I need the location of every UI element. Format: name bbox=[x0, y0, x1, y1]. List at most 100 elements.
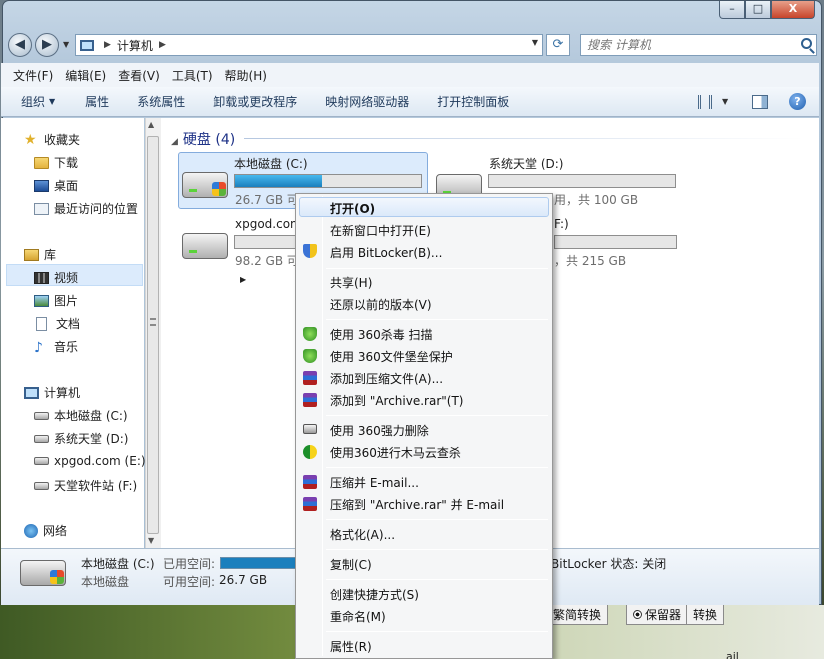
menu-view[interactable]: 查看(V) bbox=[118, 67, 160, 84]
refresh-button[interactable]: ⟳ bbox=[546, 34, 570, 56]
nav-libraries[interactable]: 库 bbox=[24, 246, 56, 263]
library-icon bbox=[24, 248, 39, 261]
ctx-create-shortcut[interactable]: 创建快捷方式(S) bbox=[330, 586, 419, 603]
ctx-add-to-archive[interactable]: 添加到压缩文件(A)... bbox=[330, 370, 443, 387]
background-keep-button[interactable]: 保留器 bbox=[626, 603, 689, 625]
menu-bar: 文件(F) 编辑(E) 查看(V) 工具(T) 帮助(H) bbox=[1, 63, 819, 87]
drive-d-name[interactable]: 系统天堂 (D:) bbox=[489, 155, 563, 172]
nav-item-label: 视频 bbox=[54, 271, 79, 285]
minimize-button[interactable]: – bbox=[719, 1, 745, 19]
ctx-360-force-delete[interactable]: 使用 360强力删除 bbox=[330, 422, 429, 439]
back-button[interactable]: ◀ bbox=[8, 33, 32, 57]
drive-f-free-space: ，共 215 GB bbox=[554, 254, 627, 268]
ctx-properties[interactable]: 属性(R) bbox=[330, 638, 372, 655]
ctx-360-scan[interactable]: 使用 360杀毒 扫描 bbox=[330, 326, 433, 343]
maximize-button[interactable]: □ bbox=[745, 1, 771, 19]
antivirus-360-icon bbox=[303, 349, 317, 363]
document-icon bbox=[36, 316, 47, 331]
search-icon[interactable] bbox=[801, 38, 812, 49]
menu-edit[interactable]: 编辑(E) bbox=[65, 67, 106, 84]
hard-drive-icon[interactable] bbox=[182, 233, 228, 259]
chevron-down-icon[interactable]: ▼ bbox=[49, 97, 55, 106]
drive-f-name[interactable]: F:) bbox=[554, 217, 569, 231]
chevron-down-icon[interactable]: ▼ bbox=[722, 97, 728, 106]
map-network-drive-button[interactable]: 映射网络驱动器 bbox=[325, 93, 409, 110]
properties-button[interactable]: 属性 bbox=[85, 93, 109, 110]
nav-item-pictures[interactable]: 图片 bbox=[34, 292, 78, 309]
ctx-compress-rar-email[interactable]: 压缩到 "Archive.rar" 并 E-mail bbox=[330, 496, 504, 513]
recent-places-icon bbox=[34, 202, 49, 215]
trojan-scan-icon bbox=[303, 445, 317, 459]
ctx-restore-previous[interactable]: 还原以前的版本(V) bbox=[330, 296, 432, 313]
nav-item-music[interactable]: ♪ 音乐 bbox=[34, 338, 78, 355]
context-menu-separator bbox=[326, 631, 548, 632]
help-icon[interactable]: ? bbox=[789, 93, 806, 110]
nav-computer[interactable]: 计算机 bbox=[24, 384, 80, 401]
ctx-open[interactable]: 打开(O) bbox=[330, 200, 375, 217]
address-bar[interactable]: ▶ 计算机 ▶ ▼ bbox=[75, 34, 543, 56]
nav-item-documents[interactable]: 文档 bbox=[36, 315, 80, 332]
drive-e-usage-bar bbox=[234, 235, 296, 249]
scrollbar-thumb[interactable] bbox=[147, 136, 159, 534]
context-menu-separator bbox=[326, 549, 548, 550]
ctx-360-protect[interactable]: 使用 360文件堡垒保护 bbox=[330, 348, 453, 365]
system-properties-button[interactable]: 系统属性 bbox=[137, 93, 185, 110]
background-transform-button[interactable]: 转换 bbox=[686, 603, 725, 625]
details-usage-bar bbox=[220, 557, 298, 569]
star-icon: ★ bbox=[24, 131, 37, 148]
ctx-add-to-archive-rar[interactable]: 添加到 "Archive.rar"(T) bbox=[330, 392, 463, 409]
nav-item-drive-e[interactable]: xpgod.com (E:) bbox=[34, 454, 146, 468]
scroll-up-icon[interactable]: ▲ bbox=[148, 120, 154, 129]
nav-item-videos[interactable]: 视频 bbox=[34, 269, 78, 286]
history-dropdown-icon[interactable]: ▼ bbox=[63, 40, 69, 49]
menu-tools[interactable]: 工具(T) bbox=[172, 67, 213, 84]
winrar-icon bbox=[303, 497, 317, 511]
address-location: 计算机 bbox=[116, 38, 153, 53]
uninstall-program-button[interactable]: 卸载或更改程序 bbox=[213, 93, 297, 110]
scroll-down-icon[interactable]: ▼ bbox=[148, 536, 154, 545]
nav-item-recent[interactable]: 最近访问的位置 bbox=[34, 200, 138, 217]
forward-button[interactable]: ▶ bbox=[35, 33, 59, 57]
preview-pane-icon[interactable] bbox=[752, 95, 768, 109]
menu-help[interactable]: 帮助(H) bbox=[225, 67, 267, 84]
close-button[interactable]: X bbox=[771, 1, 815, 19]
nav-item-drive-d[interactable]: 系统天堂 (D:) bbox=[34, 430, 128, 447]
context-menu-separator bbox=[326, 268, 548, 269]
ctx-share[interactable]: 共享(H) bbox=[330, 274, 372, 291]
change-view-icon[interactable] bbox=[698, 95, 712, 109]
nav-network-label: 网络 bbox=[43, 524, 68, 538]
nav-favorites[interactable]: ★ 收藏夹 bbox=[24, 131, 80, 148]
chevron-right-icon[interactable]: ▶ bbox=[159, 40, 166, 50]
drive-e-name[interactable]: xpgod.com bbox=[235, 217, 302, 231]
ctx-rename[interactable]: 重命名(M) bbox=[330, 608, 386, 625]
nav-item-drive-f[interactable]: 天堂软件站 (F:) bbox=[34, 477, 137, 494]
drive-d-usage-bar bbox=[488, 174, 676, 188]
context-menu-separator bbox=[326, 415, 548, 416]
nav-item-drive-c[interactable]: 本地磁盘 (C:) bbox=[34, 407, 128, 424]
background-corner-text: ail bbox=[726, 650, 739, 659]
group-header-hard-disks[interactable]: ◢ 硬盘 (4) bbox=[171, 129, 235, 149]
nav-network[interactable]: 网络 bbox=[24, 522, 67, 539]
ctx-open-new-window[interactable]: 在新窗口中打开(E) bbox=[330, 222, 431, 239]
ctx-copy[interactable]: 复制(C) bbox=[330, 556, 372, 573]
computer-icon bbox=[24, 386, 39, 399]
collapse-triangle-icon[interactable]: ◢ bbox=[171, 137, 178, 147]
nav-item-downloads[interactable]: 下载 bbox=[34, 154, 78, 171]
submenu-arrow-icon: ▶ bbox=[240, 275, 247, 284]
background-convert-button[interactable]: 繁简转换 bbox=[546, 603, 609, 625]
ctx-360-trojan-scan[interactable]: 使用360进行木马云查杀 bbox=[330, 444, 461, 461]
nav-item-desktop[interactable]: 桌面 bbox=[34, 177, 78, 194]
download-folder-icon bbox=[34, 156, 49, 169]
open-control-panel-button[interactable]: 打开控制面板 bbox=[437, 93, 509, 110]
drive-c-name[interactable]: 本地磁盘 (C:) bbox=[234, 155, 308, 172]
search-input[interactable] bbox=[580, 34, 817, 56]
menu-file[interactable]: 文件(F) bbox=[13, 67, 53, 84]
picture-icon bbox=[34, 294, 49, 307]
ctx-format[interactable]: 格式化(A)... bbox=[330, 526, 395, 543]
chevron-down-icon[interactable]: ▼ bbox=[532, 38, 538, 47]
ctx-compress-email[interactable]: 压缩并 E-mail... bbox=[330, 474, 419, 491]
ctx-enable-bitlocker[interactable]: 启用 BitLocker(B)... bbox=[330, 244, 442, 261]
organize-button[interactable]: 组织 bbox=[21, 93, 45, 110]
details-drive-type: 本地磁盘 bbox=[81, 575, 130, 589]
hard-drive-icon bbox=[34, 481, 49, 490]
